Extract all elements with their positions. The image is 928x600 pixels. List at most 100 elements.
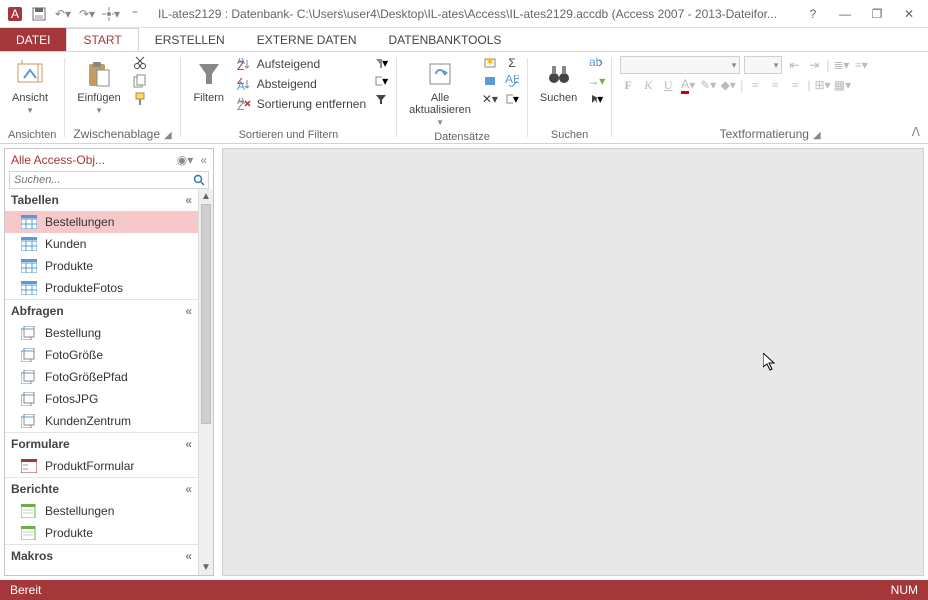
tab-datei[interactable]: DATEI — [0, 28, 66, 51]
more-records-icon[interactable]: ▾ — [505, 92, 519, 106]
find-button[interactable]: Suchen — [536, 56, 581, 106]
font-color-icon[interactable]: A▾ — [680, 77, 696, 93]
font-family-select[interactable] — [620, 56, 740, 74]
fill-color-icon[interactable]: ◆▾ — [720, 77, 736, 93]
minimize-icon[interactable]: — — [836, 5, 854, 23]
save-record-icon[interactable] — [483, 74, 497, 88]
nav-collapse-icon[interactable]: « — [200, 153, 207, 167]
gridlines-icon[interactable]: ⊞▾ — [814, 77, 830, 93]
ansicht-button[interactable]: Ansicht ▼ — [8, 56, 52, 117]
clipboard-dialog-launcher-icon[interactable]: ◢ — [164, 130, 172, 141]
format-dialog-launcher-icon[interactable]: ◢ — [813, 130, 821, 141]
access-app-icon: A — [6, 5, 24, 23]
nav-query-bestellung[interactable]: Bestellung — [5, 322, 198, 344]
tab-datenbanktools[interactable]: DATENBANKTOOLS — [373, 28, 518, 51]
ribbon-tabs: DATEI START ERSTELLEN EXTERNE DATEN DATE… — [0, 28, 928, 52]
delete-record-icon[interactable]: ✕▾ — [483, 92, 497, 106]
indent-decrease-icon[interactable]: ⇤ — [786, 57, 802, 73]
cut-icon[interactable] — [133, 56, 147, 70]
tab-start[interactable]: START — [66, 28, 138, 51]
font-size-select[interactable] — [744, 56, 782, 74]
nav-filter-dropdown-icon[interactable]: ◉▾ — [177, 153, 194, 167]
table-icon — [21, 259, 37, 273]
nav-category-makros[interactable]: Makros« — [5, 544, 198, 567]
nav-query-fotosjpg[interactable]: FotosJPG — [5, 388, 198, 410]
bold-icon[interactable]: F — [620, 77, 636, 93]
align-center-icon[interactable]: ≡ — [767, 77, 783, 93]
nav-query-fotogroesse[interactable]: FotoGröße — [5, 344, 198, 366]
nav-table-produktefotos[interactable]: ProdukteFotos — [5, 277, 198, 299]
collapse-ribbon-icon[interactable]: ᐱ — [912, 125, 920, 139]
chevron-down-icon: ▼ — [436, 118, 444, 127]
refresh-all-button[interactable]: Alle aktualisieren ▼ — [405, 56, 475, 129]
nav-report-bestellungen[interactable]: Bestellungen — [5, 500, 198, 522]
search-icon[interactable] — [190, 172, 208, 188]
nav-query-fotogroessepfad[interactable]: FotoGrößePfad — [5, 366, 198, 388]
qat-customize-icon[interactable]: ⁼ — [126, 5, 144, 23]
select-icon[interactable]: ▾ — [589, 92, 603, 106]
advanced-filter-icon[interactable]: ▾ — [374, 74, 388, 88]
scroll-up-icon[interactable]: ▲ — [199, 189, 213, 204]
help-icon[interactable]: ? — [804, 5, 822, 23]
underline-icon[interactable]: U — [660, 77, 676, 93]
restore-icon[interactable]: ❐ — [868, 5, 886, 23]
remove-sort-button[interactable]: AZSortierung entfernen — [237, 96, 366, 112]
nav-header[interactable]: Alle Access-Obj... ◉▾ « — [5, 149, 213, 171]
filter-button[interactable]: Filtern — [189, 56, 229, 106]
selection-filter-icon[interactable]: ▾ — [374, 56, 388, 70]
sort-asc-button[interactable]: AZAufsteigend — [237, 56, 366, 72]
nav-report-produkte[interactable]: Produkte — [5, 522, 198, 544]
nav-table-produkte[interactable]: Produkte — [5, 255, 198, 277]
highlight-icon[interactable]: ✎▾ — [700, 77, 716, 93]
totals-icon[interactable]: Σ — [505, 56, 519, 70]
bullets-icon[interactable]: ≣▾ — [833, 57, 849, 73]
title-bar: A ↶▾ ↷▾ ▾ ⁼ IL-ates2129 : Datenbank- C:\… — [0, 0, 928, 28]
group-label-records: Datensätze — [405, 129, 519, 143]
tab-externe-daten[interactable]: EXTERNE DATEN — [241, 28, 373, 51]
indent-increase-icon[interactable]: ⇥ — [806, 57, 822, 73]
spelling-icon[interactable]: ABC — [505, 74, 519, 88]
sort-desc-button[interactable]: ZAAbsteigend — [237, 76, 366, 92]
paste-button[interactable]: Einfügen ▼ — [73, 56, 124, 117]
align-left-icon[interactable]: ≡ — [747, 77, 763, 93]
toggle-filter-icon[interactable] — [374, 92, 388, 106]
ribbon: Ansicht ▼ Ansichten Einfügen ▼ Zwischena… — [0, 52, 928, 144]
redo-icon[interactable]: ↷▾ — [78, 5, 96, 23]
status-num: NUM — [891, 583, 918, 597]
nav-form-produktformular[interactable]: ProduktFormular — [5, 455, 198, 477]
new-record-icon[interactable]: ✶ — [483, 56, 497, 70]
nav-category-abfragen[interactable]: Abfragen« — [5, 299, 198, 322]
numbering-icon[interactable]: ≡▾ — [853, 57, 869, 73]
nav-category-tabellen[interactable]: Tabellen« — [5, 189, 198, 211]
nav-table-kunden[interactable]: Kunden — [5, 233, 198, 255]
ansicht-label: Ansicht — [12, 92, 48, 104]
content-area: Alle Access-Obj... ◉▾ « Tabellen« Bestel… — [0, 144, 928, 580]
nav-scrollbar[interactable]: ▲ ▼ — [198, 189, 213, 575]
close-icon[interactable]: ✕ — [900, 5, 918, 23]
scroll-thumb[interactable] — [201, 204, 211, 424]
copy-icon[interactable] — [133, 74, 147, 88]
paste-icon — [83, 58, 115, 90]
group-ansichten: Ansicht ▼ Ansichten — [0, 52, 64, 143]
collapse-icon: « — [185, 437, 192, 451]
undo-icon[interactable]: ↶▾ — [54, 5, 72, 23]
tab-erstellen[interactable]: ERSTELLEN — [139, 28, 241, 51]
italic-icon[interactable]: K — [640, 77, 656, 93]
replace-icon[interactable]: ab — [589, 56, 603, 70]
status-ready: Bereit — [10, 583, 41, 597]
mouse-cursor-icon — [763, 353, 777, 371]
nav-category-berichte[interactable]: Berichte« — [5, 477, 198, 500]
alt-row-color-icon[interactable]: ▦▾ — [834, 77, 850, 93]
save-icon[interactable] — [30, 5, 48, 23]
nav-table-bestellungen[interactable]: Bestellungen — [5, 211, 198, 233]
svg-text:Z: Z — [237, 99, 244, 110]
scroll-down-icon[interactable]: ▼ — [199, 560, 213, 575]
nav-search-input[interactable] — [10, 172, 190, 188]
touch-mode-icon[interactable]: ▾ — [102, 5, 120, 23]
align-right-icon[interactable]: ≡ — [787, 77, 803, 93]
format-painter-icon[interactable] — [133, 92, 147, 106]
nav-category-formulare[interactable]: Formulare« — [5, 432, 198, 455]
nav-query-kundenzentrum[interactable]: KundenZentrum — [5, 410, 198, 432]
nav-object-list: Tabellen« Bestellungen Kunden Produkte P… — [5, 189, 198, 575]
goto-icon[interactable]: →▾ — [589, 74, 603, 88]
